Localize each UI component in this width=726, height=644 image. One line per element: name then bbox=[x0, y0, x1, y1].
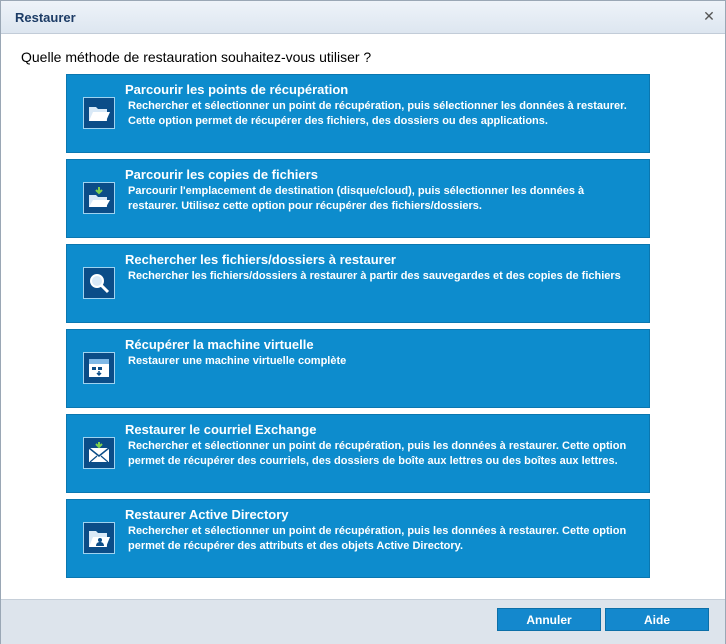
option-title: Restaurer le courriel Exchange bbox=[125, 422, 317, 437]
folder-open-icon bbox=[83, 97, 115, 129]
option-restore-exchange-mail[interactable]: Restaurer le courriel Exchange Recherche… bbox=[66, 414, 650, 493]
close-icon[interactable]: ✕ bbox=[699, 6, 719, 26]
option-title: Restaurer Active Directory bbox=[125, 507, 289, 522]
option-title: Parcourir les copies de fichiers bbox=[125, 167, 318, 182]
active-directory-icon bbox=[83, 522, 115, 554]
virtual-machine-icon bbox=[83, 352, 115, 384]
option-recover-virtual-machine[interactable]: Récupérer la machine virtuelle Restaurer… bbox=[66, 329, 650, 408]
option-title: Parcourir les points de récupération bbox=[125, 82, 349, 97]
dialog-footer: Annuler Aide bbox=[1, 599, 725, 644]
option-restore-active-directory[interactable]: Restaurer Active Directory Rechercher et… bbox=[66, 499, 650, 578]
restore-dialog: Restaurer ✕ Quelle méthode de restaurati… bbox=[0, 0, 726, 644]
search-icon bbox=[83, 267, 115, 299]
folder-download-icon bbox=[83, 182, 115, 214]
option-description: Rechercher les fichiers/dossiers à resta… bbox=[128, 270, 621, 282]
option-description: Rechercher et sélectionner un point de r… bbox=[128, 440, 627, 467]
cancel-button[interactable]: Annuler bbox=[497, 608, 601, 631]
option-browse-file-copies[interactable]: Parcourir les copies de fichiers Parcour… bbox=[66, 159, 650, 238]
option-title: Rechercher les fichiers/dossiers à resta… bbox=[125, 252, 396, 267]
option-description: Rechercher et sélectionner un point de r… bbox=[128, 100, 627, 127]
restore-method-question: Quelle méthode de restauration souhaitez… bbox=[21, 49, 372, 65]
exchange-mail-icon bbox=[83, 437, 115, 469]
option-description: Rechercher et sélectionner un point de r… bbox=[128, 525, 627, 552]
option-description: Restaurer une machine virtuelle complète bbox=[128, 355, 347, 367]
option-search-files-folders[interactable]: Rechercher les fichiers/dossiers à resta… bbox=[66, 244, 650, 323]
title-bar: Restaurer ✕ bbox=[1, 1, 725, 34]
help-button[interactable]: Aide bbox=[605, 608, 709, 631]
option-description: Parcourir l'emplacement de destination (… bbox=[128, 185, 585, 212]
dialog-title: Restaurer bbox=[15, 10, 76, 25]
option-browse-recovery-points[interactable]: Parcourir les points de récupération Rec… bbox=[66, 74, 650, 153]
option-title: Récupérer la machine virtuelle bbox=[125, 337, 314, 352]
